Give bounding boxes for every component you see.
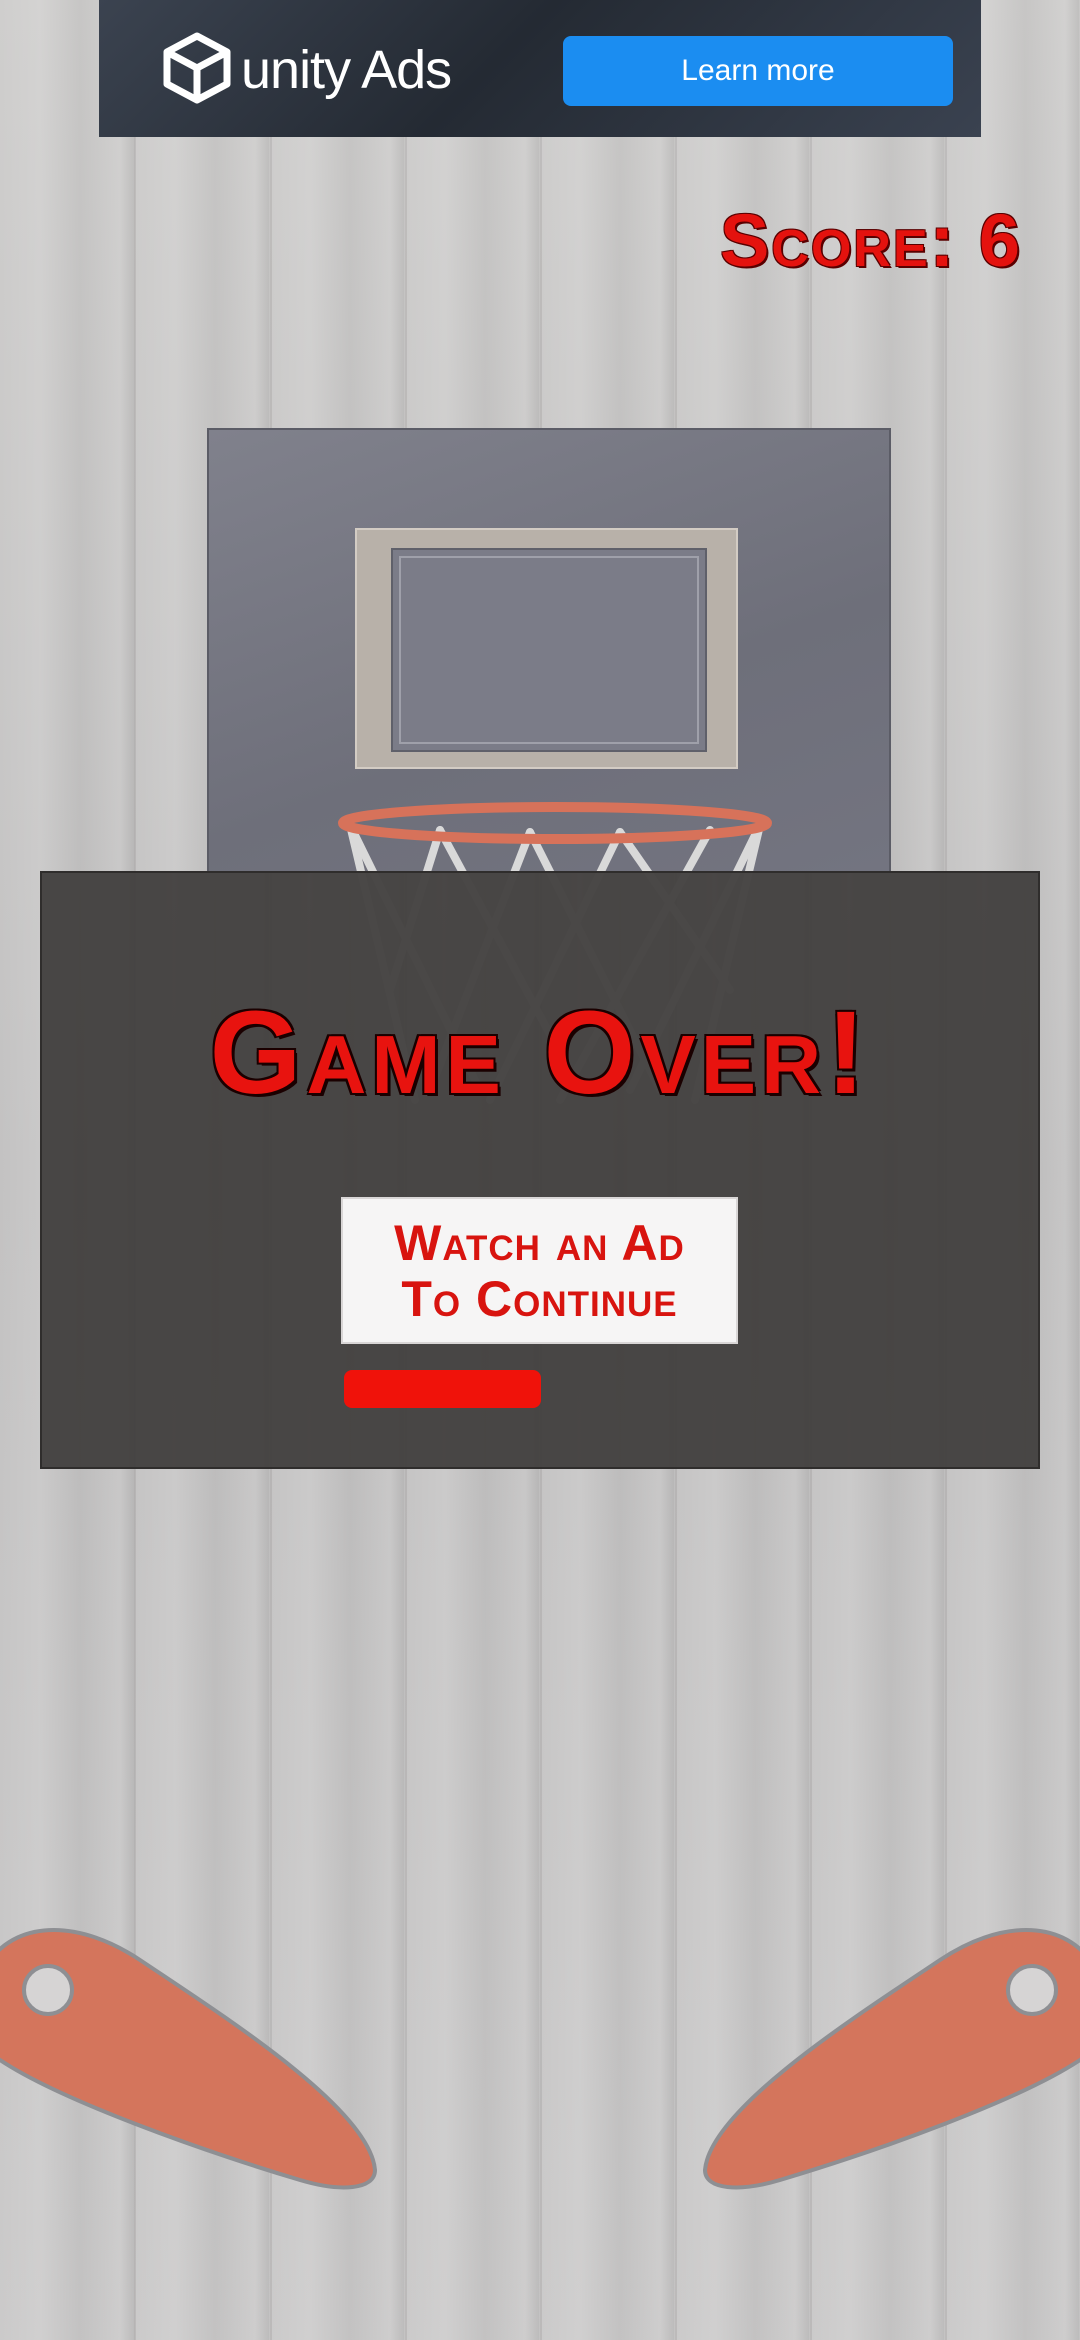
- continue-timer-bar: [344, 1370, 541, 1408]
- left-flipper-icon[interactable]: [0, 1900, 400, 2200]
- continue-timer: [344, 1370, 738, 1408]
- right-flipper-icon[interactable]: [680, 1900, 1080, 2200]
- unity-logo-icon: [159, 30, 235, 111]
- watch-ad-label: Watch an Ad To Continue: [394, 1214, 685, 1327]
- ad-banner[interactable]: unity Ads Learn more: [99, 0, 981, 137]
- learn-more-button[interactable]: Learn more: [563, 36, 953, 106]
- watch-ad-button[interactable]: Watch an Ad To Continue: [341, 1197, 738, 1344]
- backboard-target-square: [391, 548, 707, 752]
- game-over-title: Game Over!: [209, 987, 871, 1119]
- ad-logo: unity Ads: [159, 30, 452, 111]
- score-display: Score: 6: [720, 199, 1022, 282]
- ad-brand-text: unity Ads: [241, 40, 452, 100]
- hoop-rim: [338, 802, 772, 844]
